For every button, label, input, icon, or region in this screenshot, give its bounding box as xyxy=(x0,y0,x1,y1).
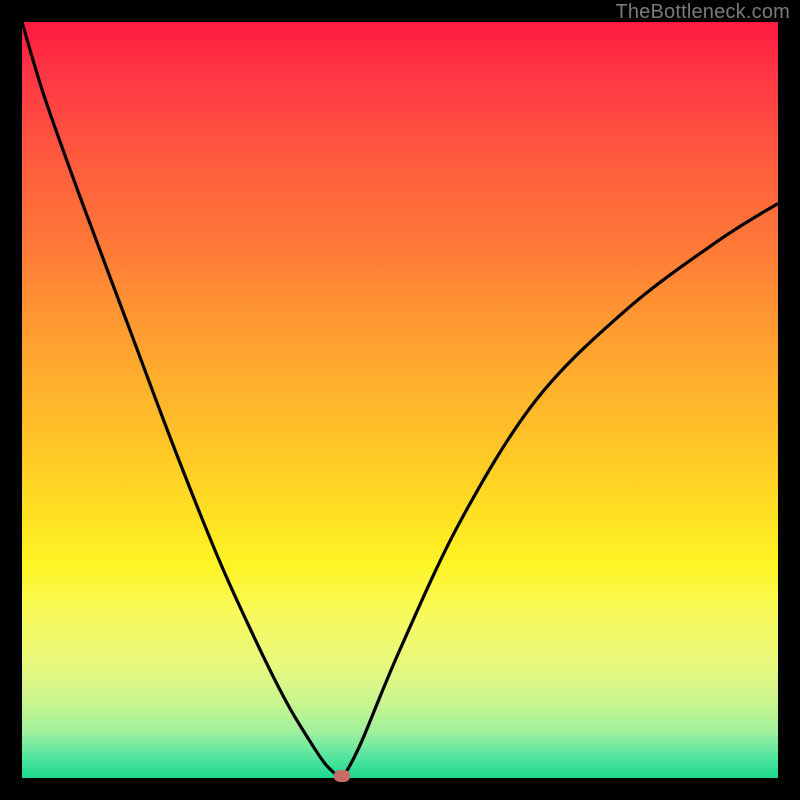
plot-area xyxy=(22,22,778,778)
bottleneck-curve-path xyxy=(22,22,778,778)
watermark-text: TheBottleneck.com xyxy=(615,1,790,24)
chart-frame: TheBottleneck.com xyxy=(0,0,800,800)
minimum-marker xyxy=(334,770,350,782)
curve-svg xyxy=(22,22,778,778)
